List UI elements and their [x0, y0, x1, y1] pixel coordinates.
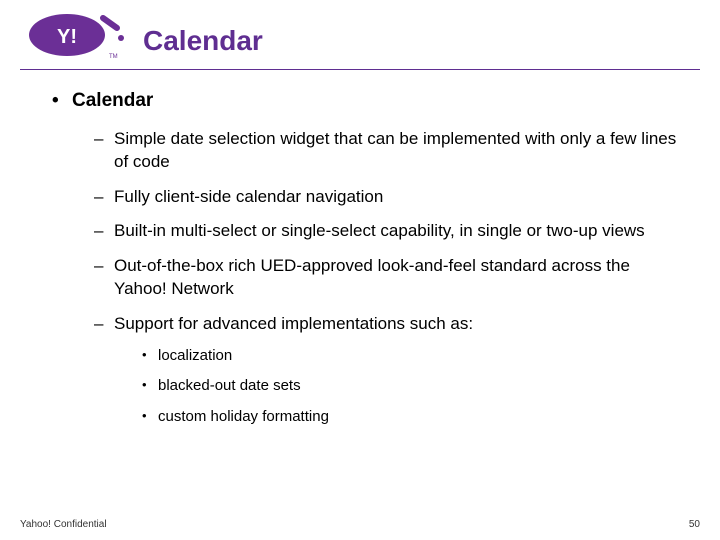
bullet-text: custom holiday formatting — [158, 408, 329, 425]
yahoo-logo: Y! TM — [25, 8, 125, 63]
bullet-text: Fully client-side calendar navigation — [114, 187, 383, 206]
bullet-item: blacked-out date sets — [142, 376, 680, 396]
bullet-text: blacked-out date sets — [158, 377, 301, 394]
bullet-text: Simple date selection widget that can be… — [114, 129, 676, 171]
bullet-text: Calendar — [72, 90, 153, 111]
bullet-list-level1: Calendar Simple date selection widget th… — [40, 88, 680, 427]
bullet-item: Built-in multi-select or single-select c… — [94, 220, 680, 243]
bullet-item: custom holiday formatting — [142, 407, 680, 427]
slide-header: Y! TM Calendar — [0, 0, 720, 63]
bullet-item: Out-of-the-box rich UED-approved look-an… — [94, 255, 680, 301]
page-number: 50 — [689, 519, 700, 530]
svg-text:Y!: Y! — [57, 26, 77, 48]
svg-text:TM: TM — [109, 54, 118, 60]
bullet-item: Support for advanced implementations suc… — [94, 313, 680, 427]
slide-title: Calendar — [143, 25, 263, 57]
footer-left: Yahoo! Confidential — [20, 519, 107, 530]
bullet-item: Simple date selection widget that can be… — [94, 128, 680, 174]
bullet-item: Fully client-side calendar navigation — [94, 186, 680, 209]
bullet-list-level2: Simple date selection widget that can be… — [72, 128, 680, 427]
bullet-text: Built-in multi-select or single-select c… — [114, 221, 645, 240]
bullet-item: Calendar Simple date selection widget th… — [52, 88, 680, 427]
bullet-text: Support for advanced implementations suc… — [114, 314, 473, 333]
slide-footer: Yahoo! Confidential 50 — [20, 519, 700, 530]
slide-content: Calendar Simple date selection widget th… — [0, 70, 720, 427]
bullet-text: Out-of-the-box rich UED-approved look-an… — [114, 256, 630, 298]
bullet-item: localization — [142, 346, 680, 366]
bullet-list-level3: localization blacked-out date sets custo… — [114, 346, 680, 427]
bullet-text: localization — [158, 347, 232, 364]
